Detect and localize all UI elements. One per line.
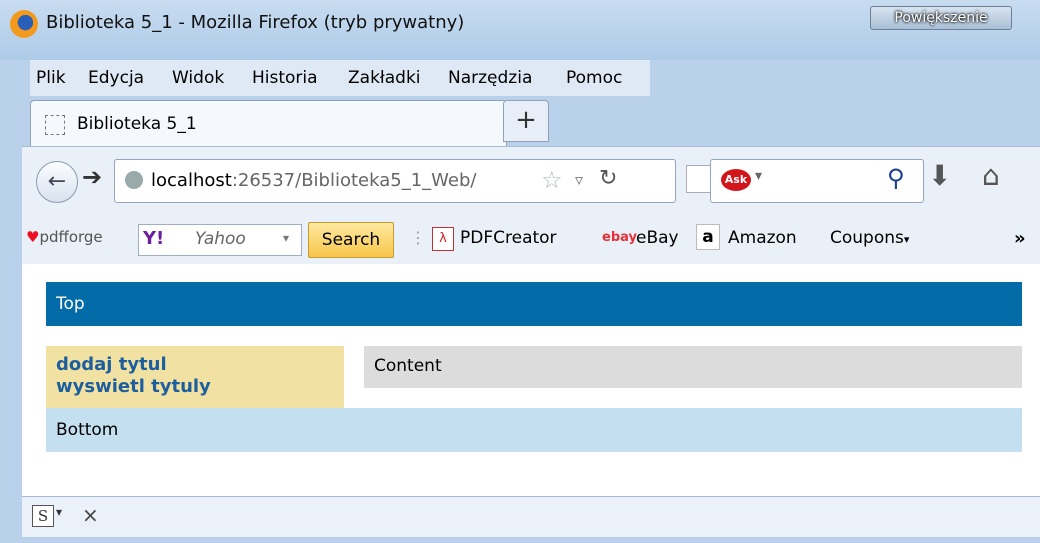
ebay-link[interactable]: eBay bbox=[636, 228, 679, 248]
page-content: Top dodaj tytul wyswietl tytuly Content … bbox=[22, 264, 1040, 496]
top-label: Top bbox=[56, 294, 85, 314]
grip-icon[interactable]: ⋮ bbox=[410, 228, 426, 247]
back-arrow-icon[interactable]: ← bbox=[36, 161, 78, 203]
menu-bar: Plik Edycja Widok Historia Zakładki Narz… bbox=[30, 60, 650, 96]
firefox-logo bbox=[10, 10, 38, 38]
yahoo-logo: Y! bbox=[143, 228, 165, 249]
nav-bar: ← ➔ localhost:26537/Biblioteka5_1_Web/ ☆… bbox=[22, 146, 1040, 215]
menu-tools[interactable]: Narzędzia bbox=[448, 68, 532, 88]
show-titles-link[interactable]: wyswietl tytuly bbox=[56, 376, 211, 397]
menu-bookmarks[interactable]: Zakładki bbox=[348, 68, 421, 88]
url-bar[interactable]: localhost:26537/Biblioteka5_1_Web/ ☆ ▿ ↻ bbox=[114, 159, 676, 203]
tab-biblioteka[interactable]: Biblioteka 5_1 bbox=[30, 100, 507, 147]
ebay-icon[interactable]: ebay bbox=[602, 230, 637, 245]
content-label: Content bbox=[374, 356, 442, 376]
new-tab-button[interactable]: + bbox=[503, 100, 549, 142]
forward-arrow-icon[interactable]: ➔ bbox=[82, 163, 102, 191]
s-icon[interactable]: S bbox=[32, 505, 54, 527]
more-icon[interactable]: » bbox=[1014, 228, 1026, 249]
chevron-down-icon[interactable]: ▾ bbox=[283, 231, 289, 245]
amazon-link[interactable]: Amazon bbox=[728, 228, 797, 248]
coupons-link[interactable]: Coupons▾ bbox=[830, 228, 909, 248]
window-title: Biblioteka 5_1 - Mozilla Firefox (tryb p… bbox=[46, 12, 465, 33]
addon-bar: S ▾ × bbox=[22, 496, 1040, 537]
menu-file[interactable]: Plik bbox=[36, 68, 66, 88]
url-path: :26537/Biblioteka5_1_Web/ bbox=[231, 170, 477, 191]
search-button[interactable]: Search bbox=[308, 222, 394, 258]
ask-icon[interactable]: Ask bbox=[721, 169, 751, 191]
magnifier-icon[interactable]: ⚲ bbox=[887, 164, 905, 192]
yahoo-search-input[interactable]: Yahoo bbox=[195, 229, 246, 249]
menu-section: dodaj tytul wyswietl tytuly bbox=[46, 346, 344, 408]
menu-view[interactable]: Widok bbox=[172, 68, 224, 88]
tab-label: Biblioteka 5_1 bbox=[77, 114, 197, 134]
search-input[interactable]: Ask ▾ ⚲ bbox=[710, 159, 924, 203]
download-icon[interactable]: ⬇ bbox=[928, 159, 951, 192]
pdfcreator-link[interactable]: PDFCreator bbox=[460, 228, 557, 248]
dropmark-icon[interactable]: ▿ bbox=[575, 170, 583, 189]
reload-icon[interactable]: ↻ bbox=[599, 166, 617, 191]
url-host: localhost bbox=[151, 170, 232, 191]
add-title-link[interactable]: dodaj tytul bbox=[56, 354, 167, 375]
star-icon[interactable]: ☆ bbox=[541, 166, 563, 194]
pdfcreator-icon[interactable]: λ bbox=[432, 227, 454, 251]
top-section: Top bbox=[46, 282, 1022, 326]
close-icon[interactable]: × bbox=[82, 503, 99, 527]
home-icon[interactable]: ⌂ bbox=[982, 159, 1000, 192]
chevron-down-icon[interactable]: ▾ bbox=[755, 168, 762, 184]
yahoo-search-combo[interactable]: Y! Yahoo ▾ bbox=[138, 224, 302, 256]
globe-icon bbox=[125, 171, 143, 189]
menu-edit[interactable]: Edycja bbox=[88, 68, 144, 88]
bottom-label: Bottom bbox=[56, 420, 119, 440]
chevron-down-icon[interactable]: ▾ bbox=[56, 505, 62, 519]
title-bar: Biblioteka 5_1 - Mozilla Firefox (tryb p… bbox=[0, 0, 1040, 60]
bookmarks-toolbar: ♥pdfforge Y! Yahoo ▾ Search ⋮ λ PDFCreat… bbox=[22, 214, 1040, 265]
menu-help[interactable]: Pomoc bbox=[566, 68, 622, 88]
zoom-button[interactable]: Powiększenie bbox=[870, 6, 1012, 30]
amazon-icon[interactable]: a bbox=[696, 224, 720, 250]
page-favicon-icon bbox=[45, 115, 65, 135]
content-section: Content bbox=[364, 346, 1022, 388]
bottom-section: Bottom bbox=[46, 408, 1022, 452]
pdfforge-label: pdfforge bbox=[39, 228, 103, 246]
chevron-down-icon: ▾ bbox=[903, 233, 910, 246]
coupons-label: Coupons bbox=[830, 228, 904, 248]
menu-history[interactable]: Historia bbox=[252, 68, 318, 88]
url-text[interactable]: localhost:26537/Biblioteka5_1_Web/ bbox=[151, 170, 476, 191]
pdfforge-logo[interactable]: ♥pdfforge bbox=[26, 228, 103, 246]
